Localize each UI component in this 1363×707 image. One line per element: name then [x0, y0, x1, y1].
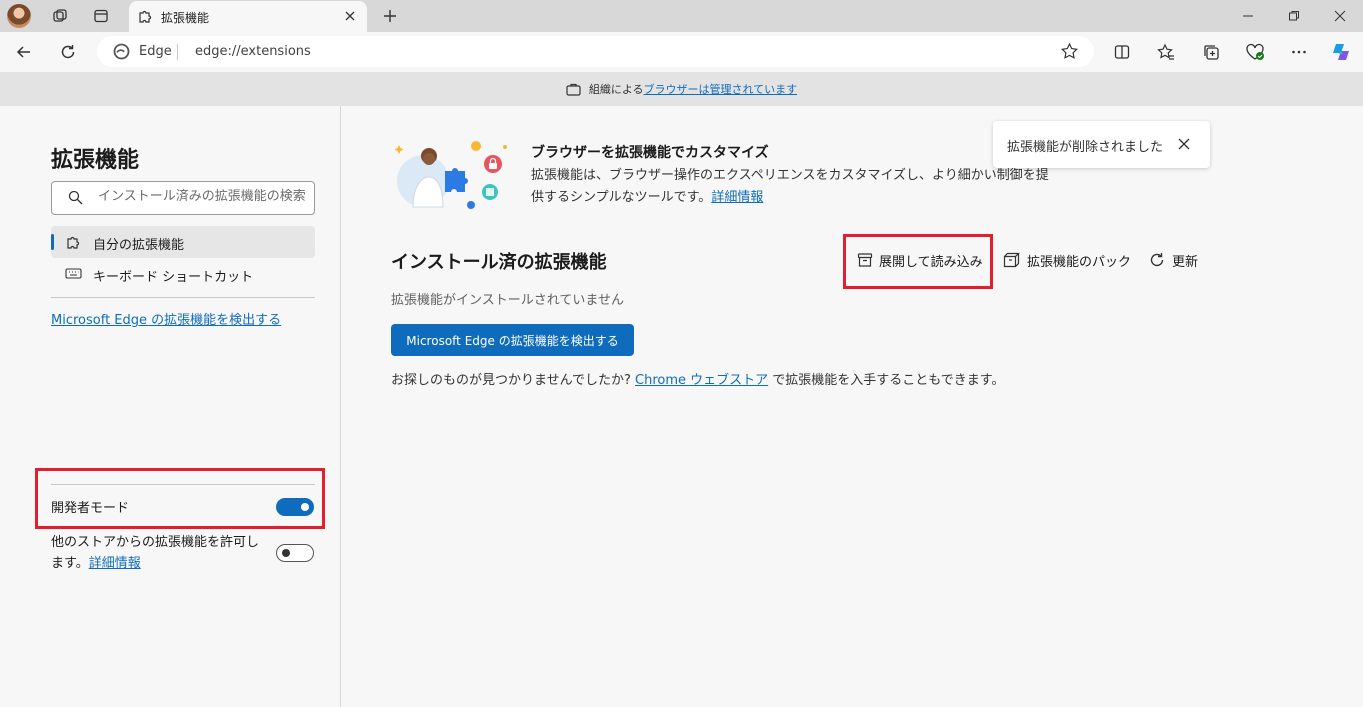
chrome-web-store-link[interactable]: Chrome ウェブストア: [635, 373, 768, 388]
pack-icon: [1003, 252, 1021, 268]
promo-text: 拡張機能は、ブラウザー操作のエクスペリエンスをカスタマイズし、より細かい制御を提…: [531, 168, 1049, 205]
highlight-box-developer-mode: [35, 468, 325, 529]
learn-more-link[interactable]: 詳細情報: [89, 556, 141, 571]
action-label: 拡張機能のパック: [1027, 254, 1132, 270]
favorite-star-icon[interactable]: [1060, 42, 1079, 65]
sidebar-item-label: 自分の拡張機能: [93, 238, 185, 253]
vertical-tabs-icon[interactable]: [87, 2, 115, 30]
sidebar-item-my-extensions[interactable]: 自分の拡張機能: [51, 226, 315, 258]
action-label: 更新: [1172, 254, 1199, 270]
other-stores-label: 他のストアからの拡張機能を許可します。詳細情報: [51, 532, 266, 574]
browser-essentials-icon[interactable]: [1241, 38, 1269, 66]
new-tab-icon[interactable]: [376, 2, 404, 30]
highlight-box-load-unpacked: [843, 234, 993, 289]
toast-notification: 拡張機能が削除されました: [993, 121, 1210, 168]
not-found-text: お探しのものが見つかりませんでしたか? Chrome ウェブストア で拡張機能を…: [391, 369, 1004, 388]
profile-avatar[interactable]: [7, 4, 31, 28]
back-icon[interactable]: [10, 38, 38, 66]
update-button[interactable]: 更新: [1148, 250, 1198, 270]
close-icon[interactable]: [1174, 134, 1194, 158]
promo-title: ブラウザーを拡張機能でカスタマイズ: [531, 145, 769, 161]
toggle-knob: [282, 549, 290, 557]
tab-extensions[interactable]: 拡張機能: [129, 1, 367, 32]
toast-text: 拡張機能が削除されました: [1007, 140, 1164, 155]
page-title: 拡張機能: [51, 148, 140, 173]
sidebar: 拡張機能 自分の拡張機能 キーボード ショートカット Microsoft Edg…: [0, 106, 341, 707]
sidebar-item-label: キーボード ショートカット: [93, 270, 254, 285]
edge-logo-icon: [113, 43, 130, 64]
site-name: Edge: [139, 44, 172, 59]
minimize-icon[interactable]: [1225, 0, 1271, 32]
not-found-prefix: お探しのものが見つかりませんでしたか?: [391, 373, 631, 388]
url-text[interactable]: edge://extensions: [195, 44, 311, 59]
toolbar: Edge edge://extensions: [0, 32, 1363, 72]
refresh-icon: [1148, 251, 1166, 269]
managed-link[interactable]: ブラウザーは管理されています: [644, 81, 798, 97]
promo-illustration: [393, 137, 511, 213]
tab-bar: 拡張機能: [0, 0, 1363, 32]
close-icon[interactable]: [341, 7, 359, 29]
puzzle-icon: [137, 8, 153, 28]
empty-state-text: 拡張機能がインストールされていません: [391, 293, 624, 308]
pack-extension-button[interactable]: 拡張機能のパック: [1003, 250, 1131, 270]
briefcase-icon: [566, 83, 581, 96]
puzzle-icon: [65, 234, 81, 254]
more-options-icon[interactable]: [1285, 38, 1313, 66]
learn-more-link[interactable]: 詳細情報: [711, 190, 763, 205]
discover-extensions-button[interactable]: Microsoft Edge の拡張機能を検出する: [391, 324, 634, 356]
close-window-icon[interactable]: [1317, 0, 1363, 32]
sidebar-item-keyboard-shortcuts[interactable]: キーボード ショートカット: [51, 258, 315, 290]
other-stores-text: 他のストアからの拡張機能を許可します。: [51, 535, 260, 571]
managed-prefix: 組織による: [588, 83, 644, 96]
installed-title: インストール済の拡張機能: [391, 252, 607, 273]
promo-description: 拡張機能は、ブラウザー操作のエクスペリエンスをカスタマイズし、より細かい制御を提…: [531, 165, 1061, 209]
favorites-icon[interactable]: [1152, 38, 1180, 66]
address-bar[interactable]: Edge edge://extensions: [97, 36, 1094, 67]
discover-extensions-link[interactable]: Microsoft Edge の拡張機能を検出する: [51, 309, 281, 328]
split-screen-icon[interactable]: [1108, 38, 1136, 66]
active-indicator: [51, 234, 54, 250]
other-stores-toggle[interactable]: [276, 544, 314, 562]
search-input[interactable]: [96, 188, 310, 205]
refresh-icon[interactable]: [54, 38, 82, 66]
divider: [51, 297, 315, 298]
copilot-icon[interactable]: [1327, 38, 1355, 66]
managed-banner: 組織による ブラウザーは管理されています: [0, 72, 1363, 106]
url-separator: [177, 44, 178, 60]
collections-icon[interactable]: [1197, 38, 1225, 66]
search-box[interactable]: [51, 181, 315, 215]
restore-icon[interactable]: [1271, 0, 1317, 32]
not-found-suffix: で拡張機能を入手することもできます。: [772, 373, 1005, 388]
workspaces-icon[interactable]: [46, 2, 74, 30]
keyboard-icon: [65, 267, 82, 284]
tab-title: 拡張機能: [161, 11, 210, 25]
search-icon: [68, 190, 83, 209]
